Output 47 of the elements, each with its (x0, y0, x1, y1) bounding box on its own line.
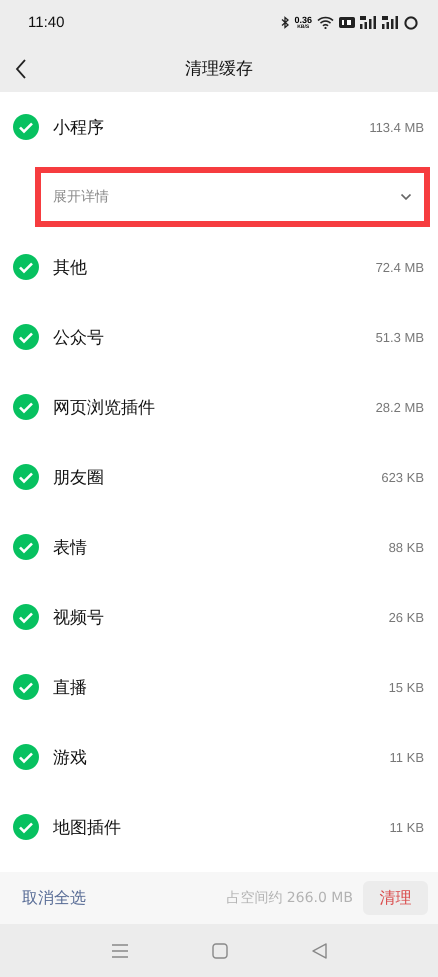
signal-icon (382, 16, 399, 29)
wifi-icon (317, 16, 334, 29)
status-time: 11:40 (28, 14, 64, 31)
category-name: 直播 (53, 676, 87, 698)
checkbox[interactable] (13, 114, 39, 140)
checkbox[interactable] (13, 744, 39, 770)
back-icon[interactable] (312, 942, 326, 958)
home-icon[interactable] (212, 942, 228, 958)
cache-size: 15 KB (388, 680, 424, 694)
cache-size: 113.4 MB (369, 120, 424, 134)
checkbox[interactable] (13, 394, 39, 420)
back-button[interactable] (14, 58, 28, 80)
category-name: 公众号 (53, 326, 104, 348)
cache-size: 11 KB (390, 750, 424, 764)
checkbox[interactable] (13, 464, 39, 490)
checkbox[interactable] (13, 604, 39, 630)
cache-size: 26 KB (388, 610, 424, 624)
deselect-all-link[interactable]: 取消全选 (22, 888, 86, 908)
checkbox[interactable] (13, 814, 39, 840)
category-name: 小程序 (53, 116, 104, 138)
cache-size: 51.3 MB (376, 330, 424, 344)
cache-size: 88 KB (388, 540, 424, 554)
cache-size: 623 KB (381, 470, 424, 484)
category-name: 网页浏览插件 (53, 396, 155, 418)
cache-size: 11 KB (390, 820, 424, 834)
clean-button[interactable]: 清理 (363, 881, 428, 915)
checkbox[interactable] (13, 674, 39, 700)
cache-size: 72.4 MB (376, 260, 424, 274)
category-name: 游戏 (53, 746, 87, 768)
chevron-down-icon (400, 193, 412, 201)
checkbox[interactable] (13, 534, 39, 560)
category-name: 视频号 (53, 606, 104, 628)
cache-size: 28.2 MB (376, 400, 424, 414)
category-name: 朋友圈 (53, 466, 104, 488)
signal-icon (360, 16, 377, 29)
menu-icon[interactable] (112, 944, 128, 958)
battery-icon (404, 16, 418, 30)
expand-details-button[interactable]: 展开详情 (35, 167, 430, 227)
network-speed: 0.36 (294, 16, 312, 24)
category-name: 其他 (53, 256, 87, 278)
page-title: 清理缓存 (185, 58, 253, 80)
category-name: 表情 (53, 536, 87, 558)
bluetooth-icon (281, 16, 290, 29)
checkbox[interactable] (13, 324, 39, 350)
total-size: 占空间约 266.0 MB (226, 889, 353, 907)
category-name: 地图插件 (53, 816, 121, 838)
checkbox[interactable] (13, 254, 39, 280)
